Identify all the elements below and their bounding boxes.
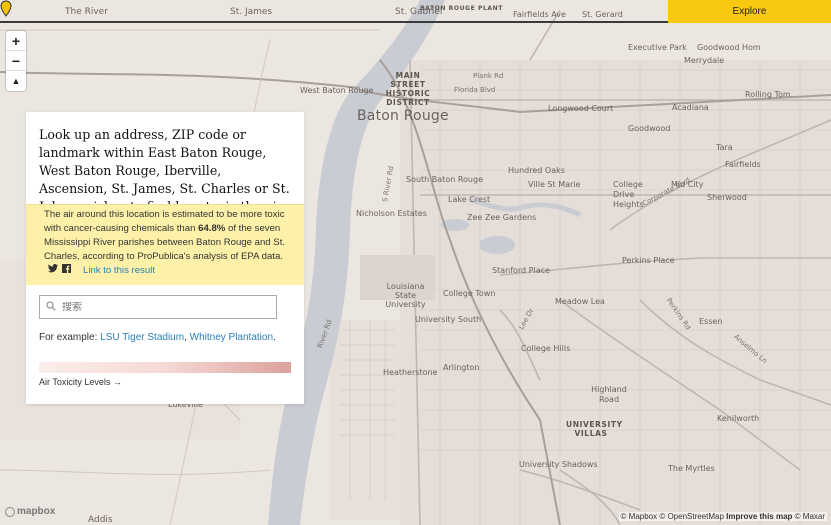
map-label-college-hills: College Hills (521, 344, 571, 353)
map-label-the-river: The River (65, 7, 108, 17)
mapbox-logo-icon (5, 506, 15, 517)
map-label-ville-st-marie: Ville St Marie (528, 180, 581, 189)
map-label-st-james: St. James (230, 7, 273, 17)
result-box: The air around this location is estimate… (26, 204, 304, 285)
map-pin-icon[interactable] (0, 0, 12, 17)
zoom-in-button[interactable]: + (6, 31, 26, 51)
link-to-result[interactable]: Link to this result (83, 264, 155, 278)
map-label-arlington: Arlington (443, 363, 480, 372)
map-label-sherwood: Sherwood (707, 193, 747, 202)
map-label-university-south: University South (415, 315, 482, 324)
map-label-executive-park: Executive Park (628, 43, 687, 52)
example-prefix: For example: (39, 332, 98, 343)
map-label-university-shadows: University Shadows (519, 460, 598, 469)
map-label-fairfields: Fairfields Ave (513, 10, 566, 19)
attrib-maxar[interactable]: © Maxar (795, 512, 825, 521)
map-label-plank-rd: Plank Rd (473, 72, 504, 80)
map-label-lake-crest: Lake Crest (448, 195, 491, 204)
map-label-meadow-lea: Meadow Lea (555, 297, 605, 306)
example-sep: , (184, 332, 187, 343)
map-label-addis: Addis (88, 515, 113, 525)
attrib-osm[interactable]: © OpenStreetMap (659, 512, 724, 521)
mapbox-logo[interactable]: mapbox (5, 506, 55, 517)
map-label-essen: Essen (699, 317, 723, 326)
map-label-college-town: College Town (443, 289, 496, 298)
map-label-improve-site: Rolling Tom (745, 90, 791, 99)
explore-button[interactable]: Explore (668, 0, 831, 23)
map-label-highland: Highland Road (591, 385, 627, 404)
map-label-fairfields2: Fairfields (725, 160, 761, 169)
map-label-baton-rouge: Baton Rouge (357, 108, 449, 124)
zoom-out-button[interactable]: − (6, 51, 26, 71)
map-label-main-street: MAIN STREET HISTORIC DISTRICT (385, 71, 431, 107)
map-label-heatherstone: Heatherstone (383, 368, 438, 377)
map-label-goodwood: Goodwood (628, 124, 671, 133)
search-input[interactable] (62, 301, 262, 313)
example-link-whitney[interactable]: Whitney Plantation (190, 332, 273, 343)
search-box[interactable] (39, 295, 277, 319)
legend-gradient (39, 362, 291, 373)
map-label-merrydale: Merrydale (684, 56, 725, 65)
map-label-university-villas: UNIVERSITY VILLAS (566, 420, 623, 438)
search-icon (46, 300, 56, 314)
map-label-the-myrtles: The Myrtles (668, 464, 715, 473)
compass-button[interactable]: ▲ (6, 71, 26, 91)
map-label-longwood: Longwood Court (548, 104, 614, 113)
attrib-mapbox[interactable]: © Mapbox (621, 512, 658, 521)
map-label-hundred-oaks: Hundred Oaks (508, 166, 565, 175)
map-label-zee-zee: Zee Zee Gardens (467, 213, 537, 222)
attribution: © Mapbox © OpenStreetMap Improve this ma… (618, 512, 827, 521)
attrib-improve[interactable]: Improve this map (726, 512, 792, 521)
map-label-top: BATON ROUGE PLANT (420, 5, 503, 12)
legend-toggle[interactable]: Air Toxicity Levels → (39, 377, 122, 387)
map-label-st-gerard: St. Gerard (582, 10, 623, 19)
map-label-south-baton-rouge: South Baton Rouge (406, 175, 483, 184)
lookup-panel: Look up an address, ZIP code or landmark… (26, 112, 304, 404)
example-suffix: . (273, 332, 276, 343)
twitter-icon[interactable] (48, 264, 58, 278)
result-percent: 64.8% (198, 223, 226, 234)
map-label-florida-blvd: Florida Blvd (454, 86, 496, 94)
map-label-perkins-place: Perkins Place (622, 256, 675, 265)
map-label-tara: Tara (716, 143, 733, 152)
top-divider (0, 21, 668, 23)
zoom-control: + − ▲ (6, 31, 26, 91)
map-label-kenilworth: Kenilworth (717, 414, 760, 423)
map-label-acadiana: Acadiana (672, 103, 709, 112)
example-line: For example: LSU Tiger Stadium, Whitney … (39, 332, 276, 343)
intro-text: Look up an address, ZIP code or landmark… (39, 127, 290, 232)
example-link-lsu[interactable]: LSU Tiger Stadium (100, 332, 184, 343)
map-label-goodwood-hom: Goodwood Hom (697, 43, 761, 52)
map-label-lsu: Louisiana State University (385, 282, 426, 309)
map-label-stanford-place: Stanford Place (492, 266, 550, 275)
facebook-icon[interactable] (62, 264, 71, 278)
map-label-west-baton-rouge: West Baton Rouge (300, 86, 374, 95)
map-label-nicholson: Nicholson Estates (356, 209, 427, 218)
